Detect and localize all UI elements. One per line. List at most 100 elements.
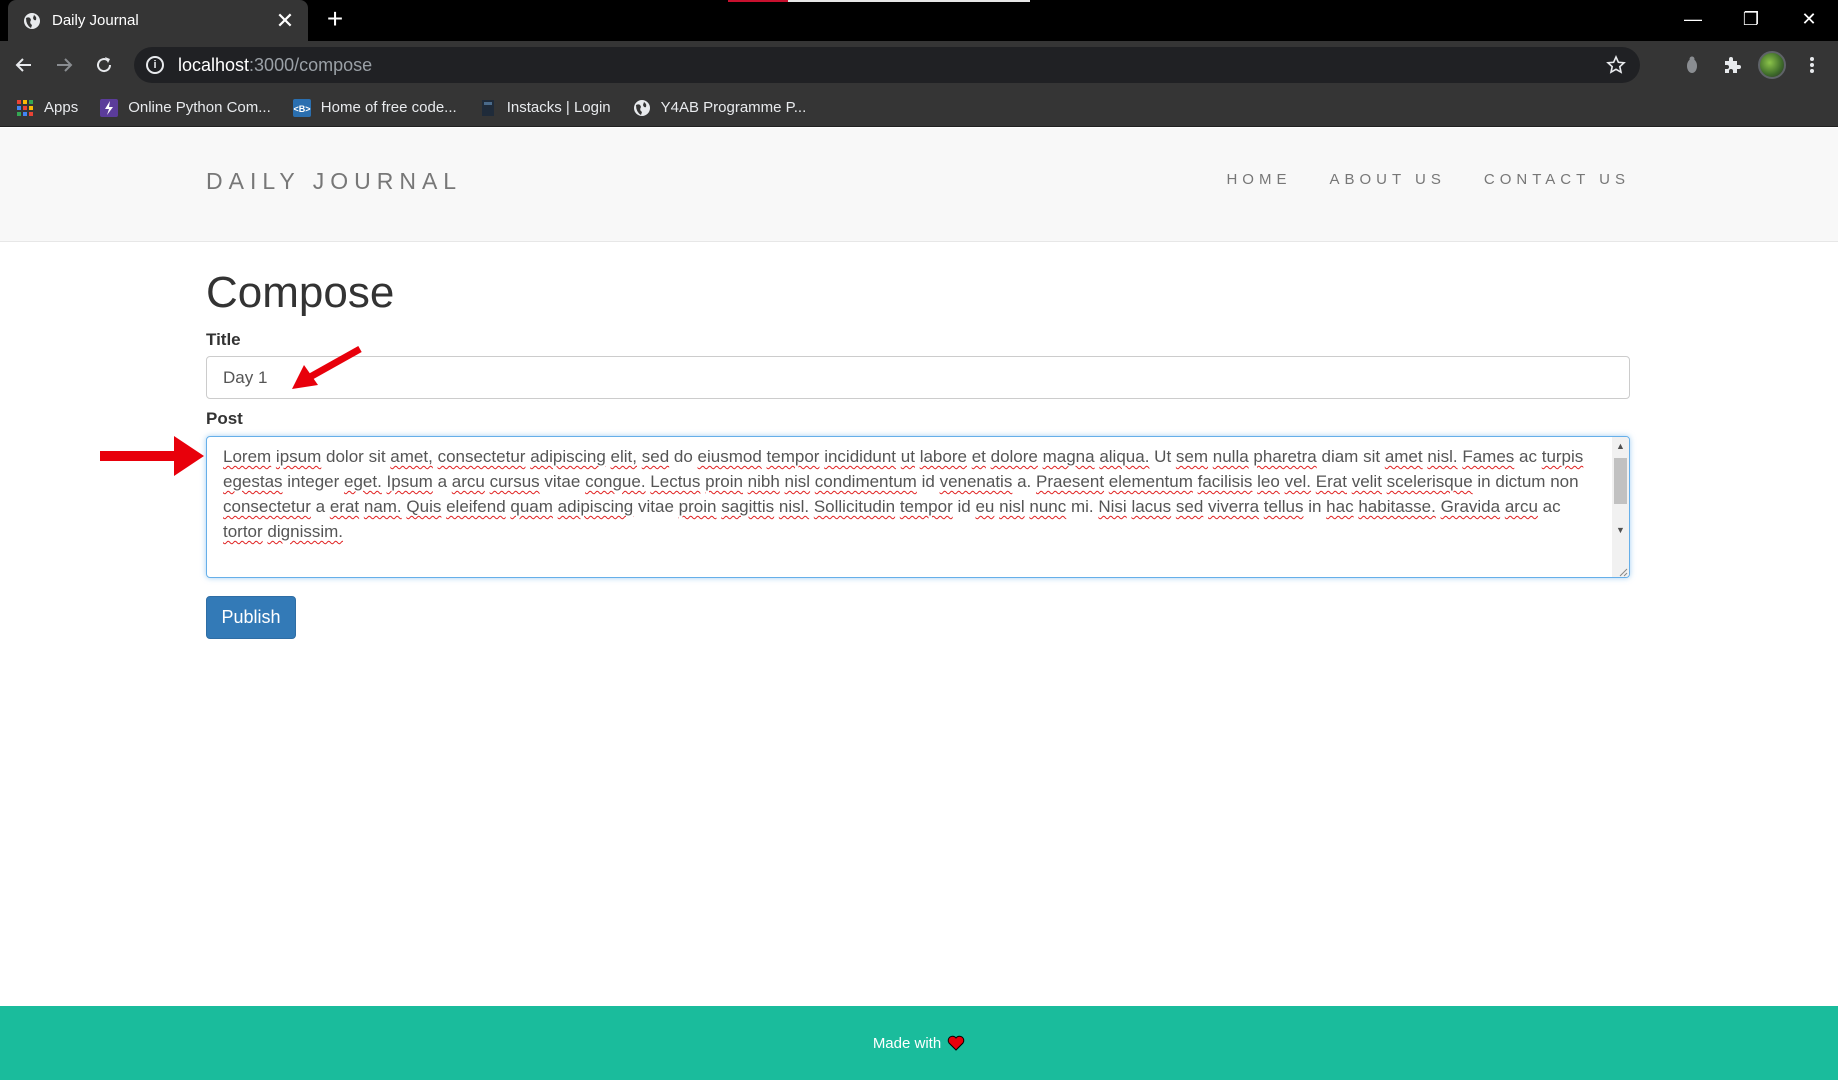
- bookmark-label: Online Python Com...: [128, 99, 271, 116]
- bookmark-label: Y4AB Programme P...: [660, 99, 807, 116]
- bookmark-page-icon: [479, 99, 497, 117]
- post-word: tellus: [1263, 497, 1304, 516]
- post-word: dictum: [1495, 472, 1546, 491]
- post-word: eiusmod: [697, 447, 762, 466]
- post-word: in: [1477, 472, 1491, 491]
- post-word: a: [437, 472, 448, 491]
- post-word: Sollicitudin: [813, 497, 896, 516]
- reload-icon: [97, 57, 112, 73]
- post-word: tempor: [766, 447, 820, 466]
- bookmark-free-code[interactable]: <B> Home of free code...: [292, 98, 457, 117]
- post-word: egestas: [223, 472, 283, 491]
- heart-icon: [947, 1035, 965, 1051]
- svg-text:<B>: <B>: [293, 104, 310, 114]
- bolt-icon: [100, 98, 119, 117]
- post-word: amet: [1384, 447, 1423, 466]
- post-word: venenatis: [939, 472, 1013, 491]
- post-label: Post: [206, 409, 243, 428]
- extension-icon[interactable]: [1678, 51, 1706, 79]
- annotation-arrow-icon: [292, 345, 362, 389]
- post-word: a: [315, 497, 326, 516]
- globe-icon: [22, 11, 42, 31]
- scroll-down-icon[interactable]: ▼: [1612, 521, 1629, 538]
- post-word: ac: [1542, 497, 1561, 516]
- post-textarea[interactable]: Lorem ipsum dolor sit amet, consectetur …: [206, 436, 1630, 578]
- extensions-puzzle-icon[interactable]: [1718, 51, 1746, 79]
- site-info-icon[interactable]: i: [146, 56, 164, 74]
- post-word: turpis: [1541, 447, 1584, 466]
- title-input[interactable]: [206, 356, 1630, 399]
- post-word: nam.: [363, 497, 402, 516]
- post-word: arcu: [1504, 497, 1538, 516]
- post-word: tempor: [899, 497, 953, 516]
- post-scrollbar[interactable]: ▲ ▼: [1612, 437, 1629, 577]
- restore-button[interactable]: ❐: [1722, 0, 1780, 38]
- bookmark-instacks[interactable]: Instacks | Login: [479, 99, 611, 117]
- post-word: eu: [975, 497, 995, 516]
- nav-contact-us[interactable]: CONTACT US: [1484, 171, 1630, 188]
- post-word: elementum: [1108, 472, 1193, 491]
- window-controls: — ❐ ✕: [1664, 0, 1838, 38]
- back-button[interactable]: [10, 51, 38, 79]
- post-word: aliqua.: [1099, 447, 1150, 466]
- scroll-thumb[interactable]: [1614, 458, 1627, 504]
- bookmarks-bar: Apps Online Python Com... <B> Home of fr…: [0, 89, 1838, 127]
- post-word: sem: [1175, 447, 1209, 466]
- footer-text: Made with: [872, 1034, 942, 1052]
- post-word: sagittis: [721, 497, 775, 516]
- minimize-button[interactable]: —: [1664, 0, 1722, 38]
- bookmark-online-python[interactable]: Online Python Com...: [100, 98, 271, 117]
- forward-button[interactable]: [50, 51, 78, 79]
- post-word: nisl.: [778, 497, 810, 516]
- profile-avatar[interactable]: [1758, 51, 1786, 79]
- tab-close-icon[interactable]: ✕: [274, 9, 296, 31]
- nav-about-us[interactable]: ABOUT US: [1329, 171, 1445, 188]
- post-word: quam: [510, 497, 553, 516]
- new-tab-button[interactable]: +: [322, 5, 348, 33]
- tabstrip-accent: [728, 0, 788, 2]
- nav-home[interactable]: HOME: [1226, 171, 1291, 188]
- title-label: Title: [206, 330, 241, 349]
- browser-tab[interactable]: Daily Journal ✕: [8, 0, 308, 41]
- url-path: :3000/compose: [249, 54, 373, 75]
- post-word: Fames: [1462, 447, 1515, 466]
- brand-logo[interactable]: DAILY JOURNAL: [206, 168, 462, 195]
- post-word: nisl.: [1427, 447, 1458, 466]
- post-word: congue.: [585, 472, 646, 491]
- browser-tabstrip: Daily Journal ✕ + — ❐ ✕: [0, 0, 1838, 41]
- menu-kebab-icon[interactable]: [1798, 51, 1826, 79]
- compose-container: Compose Title Post Lorem ipsum dolor sit…: [206, 242, 1630, 639]
- post-word: do: [673, 447, 693, 466]
- post-word: tortor: [223, 522, 263, 541]
- post-word: vel.: [1284, 472, 1312, 491]
- bookmark-star-icon[interactable]: [1604, 53, 1628, 77]
- post-word: diam: [1321, 447, 1359, 466]
- post-word: ac: [1519, 447, 1537, 466]
- bookmark-y4ab[interactable]: Y4AB Programme P...: [633, 99, 807, 117]
- post-word: sit: [368, 447, 386, 466]
- post-word: et: [971, 447, 986, 466]
- address-bar[interactable]: i localhost:3000/compose: [134, 47, 1640, 83]
- resize-handle-icon[interactable]: [1616, 564, 1628, 577]
- bookmark-apps[interactable]: Apps: [16, 99, 78, 117]
- post-word: vitae: [638, 497, 674, 516]
- close-window-button[interactable]: ✕: [1780, 0, 1838, 38]
- post-word: proin: [678, 497, 717, 516]
- post-textarea-content: Lorem ipsum dolor sit amet, consectetur …: [223, 444, 1591, 577]
- post-word: non: [1550, 472, 1579, 491]
- post-word: Erat: [1315, 472, 1347, 491]
- post-word: velit: [1351, 472, 1382, 491]
- back-arrow-icon: [15, 58, 31, 72]
- bookmark-label: Home of free code...: [320, 99, 457, 116]
- post-word: consectetur: [223, 497, 311, 516]
- post-word: Nisi: [1098, 497, 1127, 516]
- post-word: consectetur: [437, 447, 526, 466]
- post-word: cursus: [489, 472, 540, 491]
- publish-button[interactable]: Publish: [206, 596, 296, 639]
- post-word: habitasse.: [1358, 497, 1436, 516]
- browser-toolbar: i localhost:3000/compose: [0, 41, 1838, 89]
- post-word: Gravida: [1440, 497, 1501, 516]
- reload-button[interactable]: [90, 51, 118, 79]
- code-icon: <B>: [292, 98, 311, 117]
- scroll-up-icon[interactable]: ▲: [1612, 437, 1629, 454]
